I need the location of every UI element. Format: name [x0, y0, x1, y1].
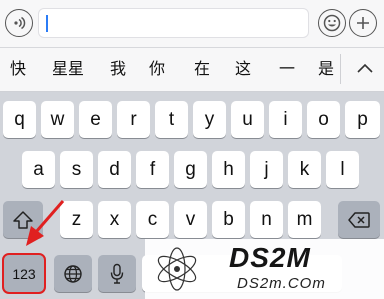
- globe-icon: [64, 264, 82, 283]
- key-i[interactable]: i: [269, 101, 302, 138]
- key-s[interactable]: s: [60, 151, 93, 188]
- dictation-key[interactable]: [98, 255, 136, 292]
- candidate-item[interactable]: 你: [143, 48, 171, 91]
- text-cursor: [46, 15, 48, 32]
- voice-wave-icon: [14, 16, 26, 30]
- candidate-item[interactable]: 在: [188, 48, 216, 91]
- key-q[interactable]: q: [3, 101, 36, 138]
- candidate-bar: 快 星星 我 你 在 这 一 是: [0, 48, 384, 92]
- candidate-item[interactable]: 我: [104, 48, 132, 91]
- key-r[interactable]: r: [117, 101, 150, 138]
- numbers-key[interactable]: 123: [2, 253, 46, 294]
- plus-icon: [357, 17, 369, 29]
- key-k[interactable]: k: [288, 151, 321, 188]
- candidate-item[interactable]: 这: [229, 48, 257, 91]
- key-u[interactable]: u: [231, 101, 264, 138]
- key-l[interactable]: l: [326, 151, 359, 188]
- candidate-item[interactable]: 快: [4, 48, 32, 91]
- key-y[interactable]: y: [193, 101, 226, 138]
- key-d[interactable]: d: [98, 151, 131, 188]
- atom-logo-icon: [157, 247, 197, 291]
- key-e[interactable]: e: [79, 101, 112, 138]
- key-o[interactable]: o: [307, 101, 340, 138]
- key-c[interactable]: c: [136, 201, 169, 238]
- candidate-item[interactable]: 一: [273, 48, 301, 91]
- watermark-title: DS2M: [229, 242, 311, 273]
- delete-key[interactable]: [338, 201, 380, 238]
- input-bar: [0, 0, 384, 48]
- key-x[interactable]: x: [98, 201, 131, 238]
- key-z[interactable]: z: [60, 201, 93, 238]
- more-button[interactable]: [349, 9, 377, 37]
- delete-icon: [348, 211, 370, 228]
- key-f[interactable]: f: [136, 151, 169, 188]
- key-v[interactable]: v: [174, 201, 207, 238]
- key-a[interactable]: a: [22, 151, 55, 188]
- chevron-up-icon: [357, 63, 373, 73]
- microphone-icon: [110, 263, 124, 284]
- key-n[interactable]: n: [250, 201, 283, 238]
- watermark-url: DS2m.COm: [237, 275, 326, 292]
- emoji-button[interactable]: [318, 9, 346, 37]
- key-t[interactable]: t: [155, 101, 188, 138]
- watermark: DS2M DS2m.COm: [145, 239, 384, 299]
- voice-input-button[interactable]: [5, 9, 33, 37]
- key-m[interactable]: m: [288, 201, 321, 238]
- shift-icon: [13, 210, 33, 229]
- candidate-item[interactable]: 星星: [46, 48, 90, 91]
- key-p[interactable]: p: [345, 101, 380, 138]
- key-w[interactable]: w: [41, 101, 74, 138]
- message-input[interactable]: [38, 8, 309, 38]
- candidate-divider: [340, 54, 341, 84]
- candidate-item[interactable]: 是: [312, 48, 340, 91]
- emoji-icon: [323, 14, 341, 32]
- key-h[interactable]: h: [212, 151, 245, 188]
- shift-key[interactable]: [3, 201, 43, 238]
- globe-key[interactable]: [54, 255, 92, 292]
- key-j[interactable]: j: [250, 151, 283, 188]
- key-b[interactable]: b: [212, 201, 245, 238]
- collapse-candidates-button[interactable]: [346, 48, 384, 91]
- key-g[interactable]: g: [174, 151, 207, 188]
